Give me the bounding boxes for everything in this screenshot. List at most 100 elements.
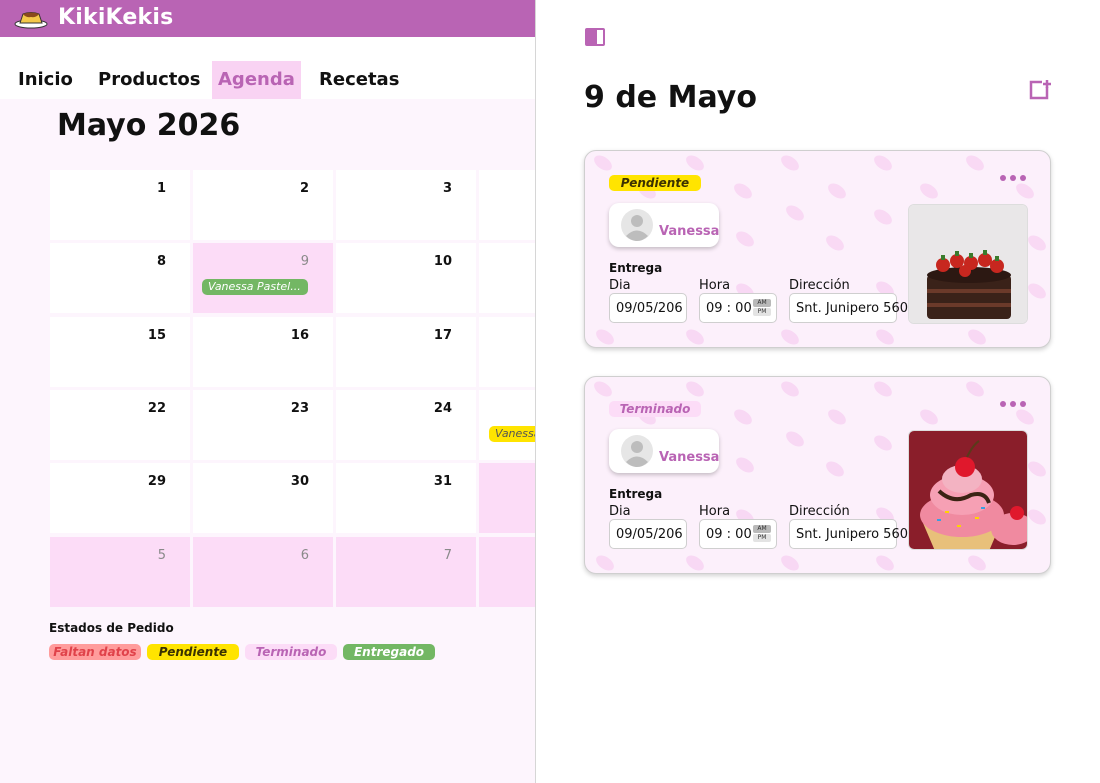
calendar-day[interactable]: 15 [50,317,190,387]
client-name: Vanessa [659,224,720,239]
day-number: 16 [290,328,309,343]
client-pill[interactable]: Vanessa [609,203,719,247]
chocolate-cake-photo [909,205,1027,323]
calendar-day[interactable] [479,170,536,240]
hora-label: Hora [699,278,731,293]
calendar-day-selected[interactable]: 9 Vanessa Pastel... [193,243,333,313]
direccion-field[interactable]: Snt. Junipero 560 [789,519,908,549]
month-title: Mayo 2026 [57,108,241,143]
day-number: 17 [433,328,452,343]
day-number: 8 [156,254,166,269]
calendar-day[interactable]: 1 [50,170,190,240]
user-avatar-icon [621,435,653,467]
order-card[interactable]: Terminado Vanessa Entrega Dia Hora Direc… [584,376,1051,574]
product-photo [908,430,1028,550]
direccion-label: Dirección [789,504,850,519]
day-number: 1 [156,181,166,196]
day-number: 15 [147,328,166,343]
event-chip[interactable]: Vanessa Pastel... [202,279,308,295]
pm-option[interactable]: PM [753,534,771,542]
legend-faltan-datos: Faltan datos [49,644,141,660]
order-card[interactable]: Pendiente Vanessa Entrega Dia Hora Direc… [584,150,1051,348]
hora-value: 09 : 00 [706,301,752,316]
cupcake-photo [909,431,1027,549]
entrega-label: Entrega [609,487,663,501]
calendar-day[interactable] [479,317,536,387]
calendar-day-next-month[interactable]: 7 [336,537,476,607]
status-badge: Pendiente [609,175,701,191]
direccion-label: Dirección [789,278,850,293]
dia-field[interactable]: 09/05/206 [609,293,687,323]
direccion-field[interactable]: Snt. Junipero 560 [789,293,908,323]
day-number: 7 [443,548,452,563]
nav-item-productos[interactable]: Productos [92,61,207,99]
calendar-day-next-month[interactable]: 5 [50,537,190,607]
calendar-pane: KikiKekis Inicio Productos Agenda Receta… [0,0,536,783]
day-number: 9 [300,254,309,269]
calendar-day[interactable]: 24 [336,390,476,460]
calendar-day[interactable]: Vanessa [479,390,536,460]
add-calendar-icon[interactable] [1027,78,1051,102]
user-avatar-icon [621,209,653,241]
day-number: 22 [147,401,166,416]
ampm-toggle[interactable]: AM PM [753,299,771,317]
calendar-day[interactable]: 8 [50,243,190,313]
calendar-day[interactable] [479,243,536,313]
legend-pendiente: Pendiente [147,644,239,660]
calendar-day-next-month[interactable] [479,537,536,607]
day-title: 9 de Mayo [584,80,757,115]
day-number: 5 [157,548,166,563]
legend-terminado: Terminado [245,644,337,660]
event-chip[interactable]: Vanessa [489,426,536,442]
calendar-day[interactable]: 22 [50,390,190,460]
legend-title: Estados de Pedido [49,621,174,635]
nav-item-recetas[interactable]: Recetas [313,61,405,99]
nav-item-agenda[interactable]: Agenda [212,61,301,99]
day-number: 3 [442,181,452,196]
dia-label: Dia [609,504,631,519]
calendar-day[interactable]: 2 [193,170,333,240]
product-photo [908,204,1028,324]
day-number: 23 [290,401,309,416]
hora-value: 09 : 00 [706,527,752,542]
calendar-day[interactable]: 3 [336,170,476,240]
dia-label: Dia [609,278,631,293]
day-number: 30 [290,474,309,489]
hora-field[interactable]: 09 : 00 AM PM [699,293,777,323]
calendar-day-next-month[interactable] [479,463,536,533]
day-number: 31 [433,474,452,489]
calendar-day[interactable]: 17 [336,317,476,387]
sidebar-toggle-icon[interactable] [584,25,608,49]
ampm-toggle[interactable]: AM PM [753,525,771,543]
more-icon[interactable] [998,397,1028,411]
calendar-day[interactable]: 29 [50,463,190,533]
main-nav: Inicio Productos Agenda Recetas [0,37,536,99]
calendar-day[interactable]: 16 [193,317,333,387]
legend-entregado: Entregado [343,644,435,660]
app-header: KikiKekis [0,0,536,37]
day-number: 24 [433,401,452,416]
day-number: 10 [433,254,452,269]
flan-icon [14,12,48,29]
calendar-day[interactable]: 31 [336,463,476,533]
day-number: 29 [147,474,166,489]
nav-item-inicio[interactable]: Inicio [12,61,79,99]
more-icon[interactable] [998,171,1028,185]
app-title: KikiKekis [58,5,174,30]
calendar-day-next-month[interactable]: 6 [193,537,333,607]
calendar-day[interactable]: 23 [193,390,333,460]
calendar-day[interactable]: 30 [193,463,333,533]
status-badge: Terminado [609,401,701,417]
day-number: 6 [300,548,309,563]
pane-divider [535,0,536,783]
calendar-day[interactable]: 10 [336,243,476,313]
client-pill[interactable]: Vanessa [609,429,719,473]
day-number: 2 [299,181,309,196]
hora-field[interactable]: 09 : 00 AM PM [699,519,777,549]
am-option[interactable]: AM [753,525,771,533]
hora-label: Hora [699,504,731,519]
am-option[interactable]: AM [753,299,771,307]
client-name: Vanessa [659,450,720,465]
pm-option[interactable]: PM [753,308,771,316]
dia-field[interactable]: 09/05/206 [609,519,687,549]
